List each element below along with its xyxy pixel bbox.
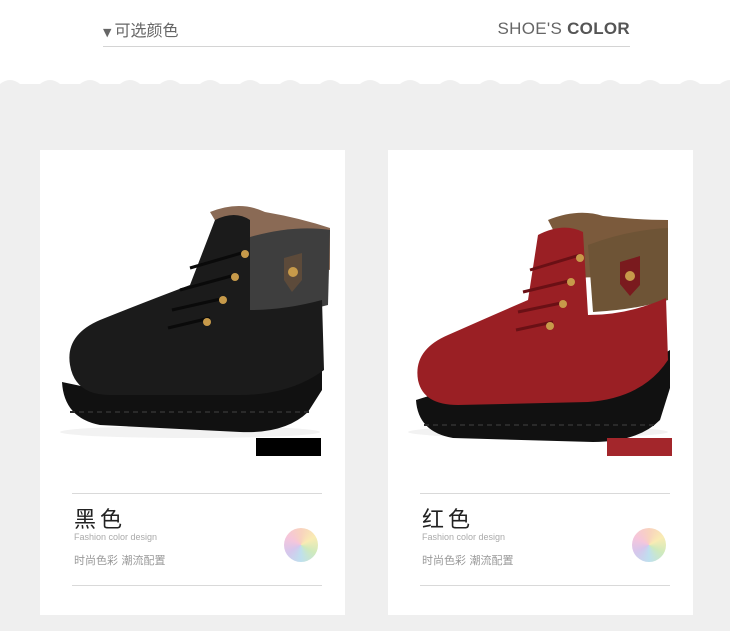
color-swatch (607, 438, 672, 456)
english-tagline: Fashion color design (74, 532, 158, 542)
header-divider (103, 46, 630, 47)
color-wheel-icon (284, 528, 318, 562)
section-title: ▼ 可选颜色 (103, 21, 179, 40)
section-title-english: SHOE'S COLOR (497, 19, 630, 38)
card-divider-top (72, 493, 322, 494)
black-boot-image (60, 206, 330, 438)
english-tagline: Fashion color design (422, 532, 506, 542)
section-header: ▼ 可选颜色 SHOE'S COLOR (0, 0, 730, 80)
color-name: 黑色 (74, 508, 127, 533)
color-card-red[interactable]: 红色 Fashion color design 时尚色彩 潮流配置 (388, 150, 693, 615)
card-divider-top (420, 493, 670, 494)
dropdown-triangle-icon: ▼ (103, 26, 112, 39)
chinese-tagline: 时尚色彩 潮流配置 (422, 554, 514, 567)
color-wheel-icon (632, 528, 666, 562)
red-boot-image (408, 212, 670, 442)
color-card-black[interactable]: 黑色 Fashion color design 时尚色彩 潮流配置 (40, 150, 345, 615)
chinese-tagline: 时尚色彩 潮流配置 (74, 554, 166, 567)
card-divider-bottom (420, 585, 670, 586)
color-name: 红色 (422, 508, 475, 533)
card-divider-bottom (72, 585, 322, 586)
color-swatch (256, 438, 321, 456)
